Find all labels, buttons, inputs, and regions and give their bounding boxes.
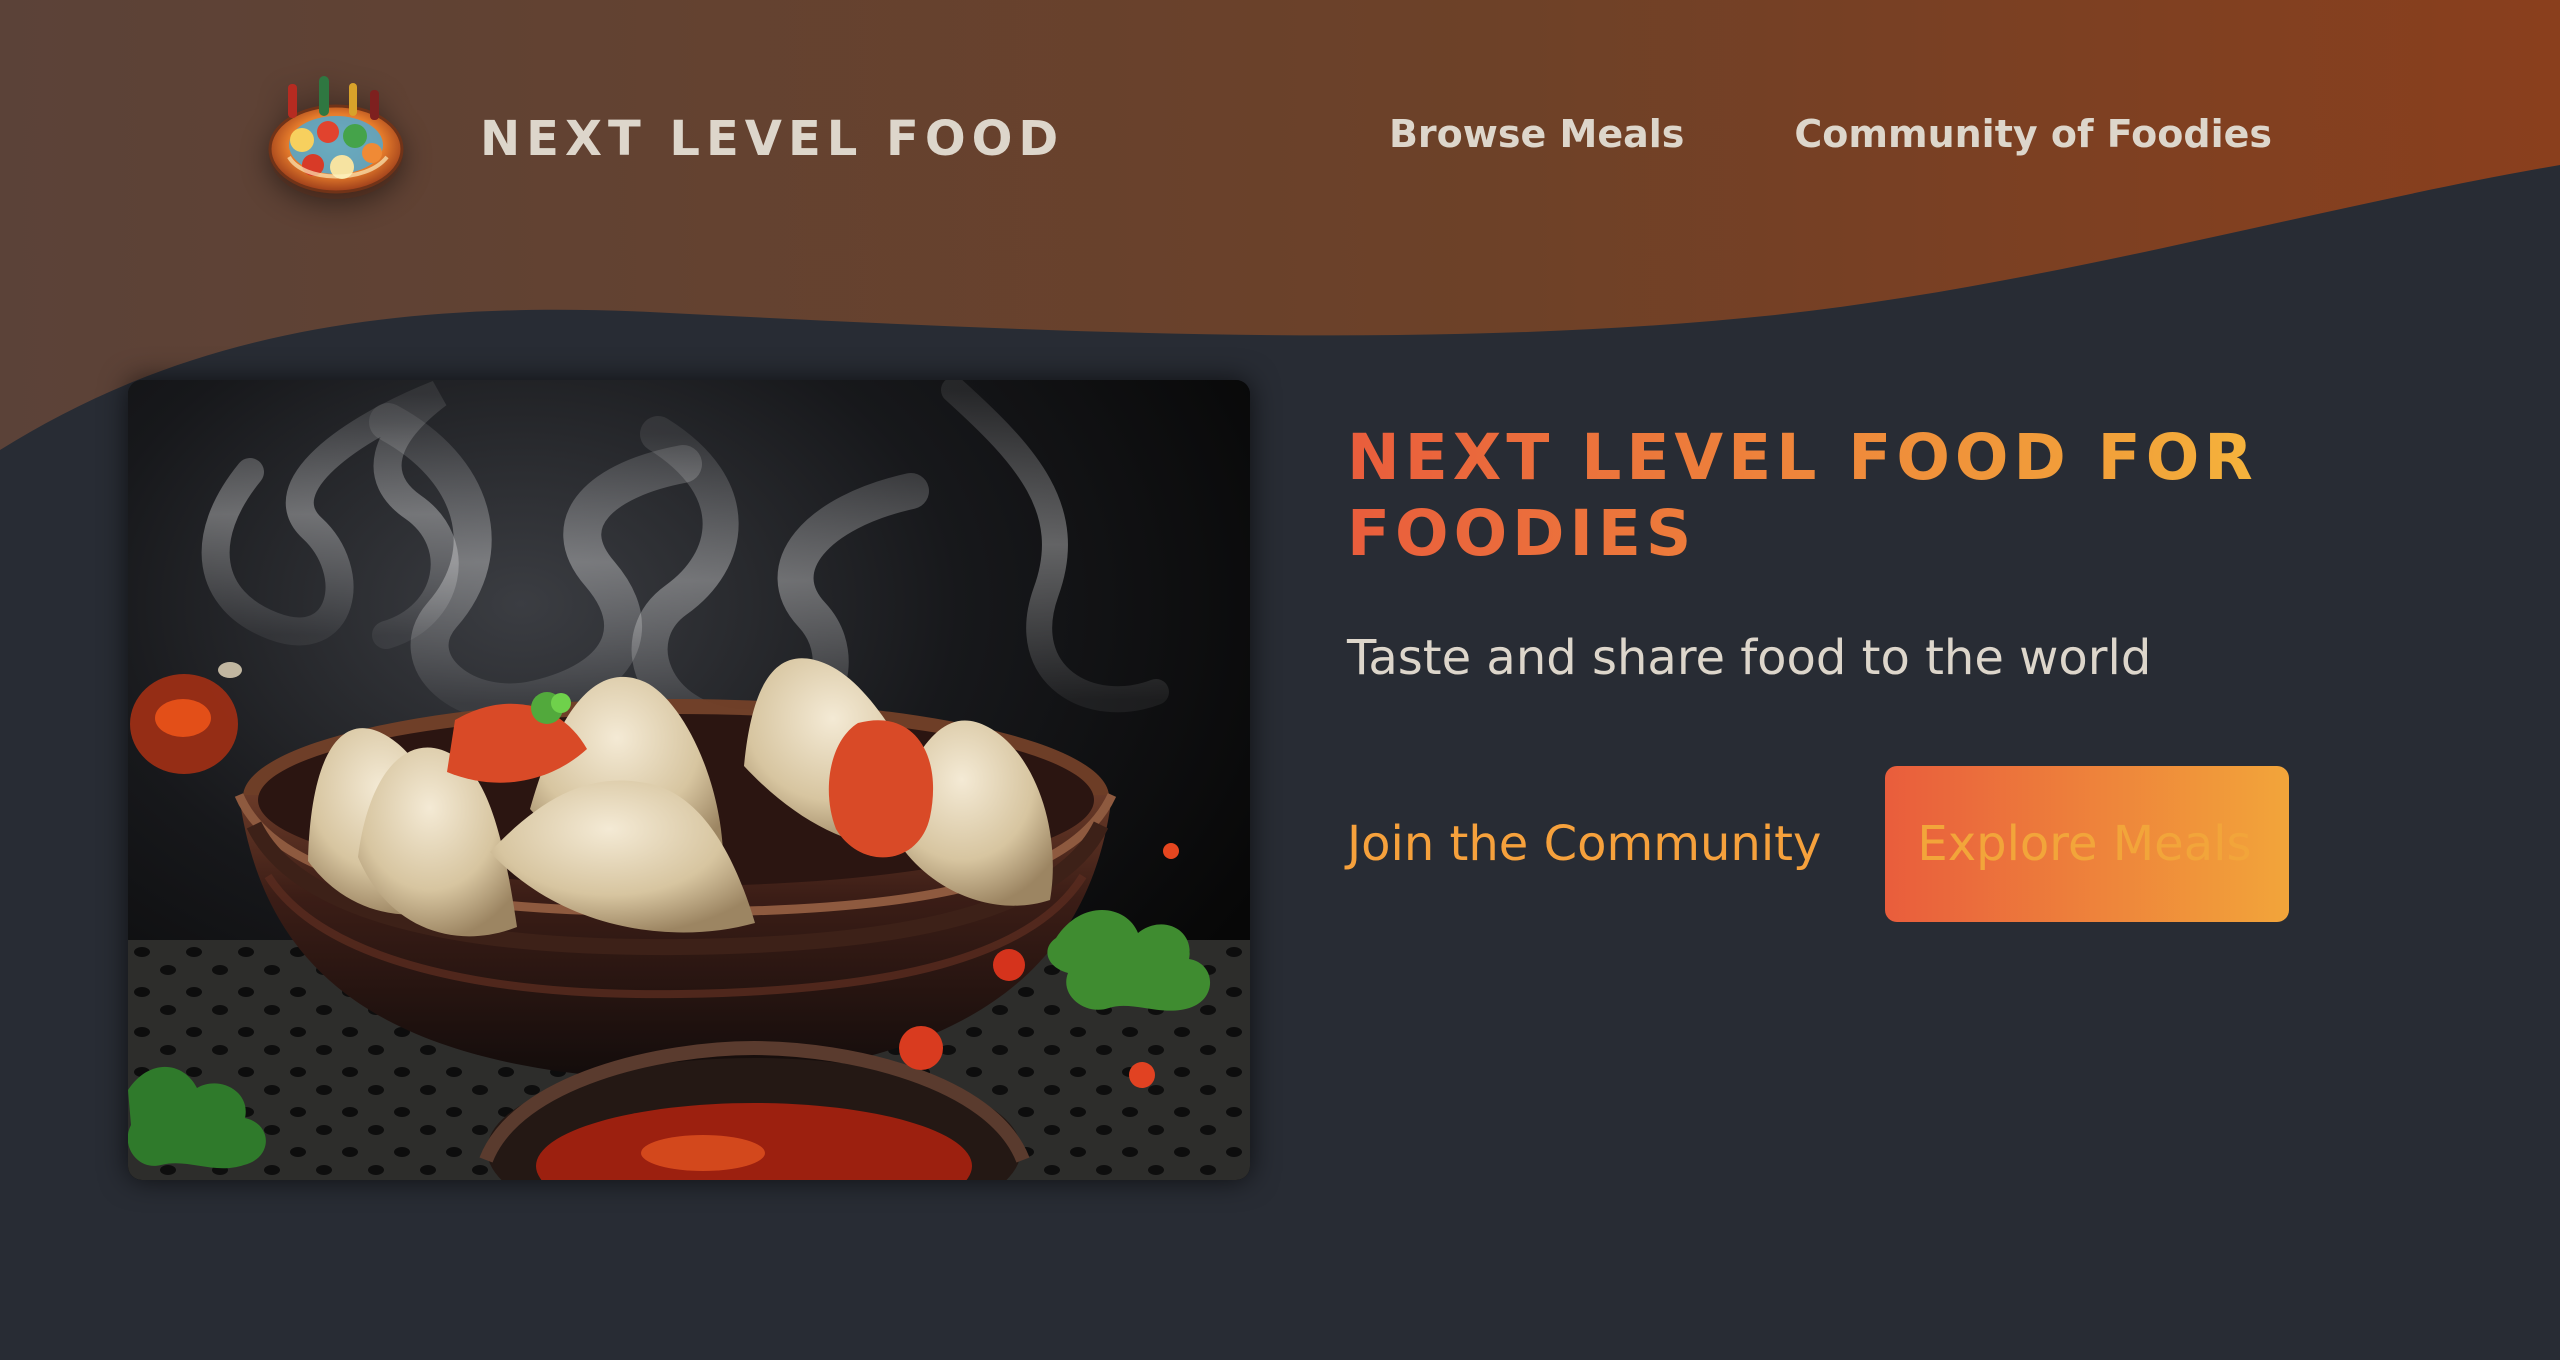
hero-title: NEXT LEVEL FOOD FOR FOODIES — [1347, 420, 2327, 572]
join-community-link[interactable]: Join the Community — [1347, 814, 1821, 874]
explore-meals-button-label: Explore Meals — [1917, 816, 2252, 872]
nav-browse-meals-link[interactable]: Browse Meals — [1389, 112, 1684, 156]
brand-name: NEXT LEVEL FOOD — [480, 111, 1065, 167]
hero-actions: Join the Community Explore Meals — [1347, 766, 2290, 922]
page: NEXT LEVEL FOOD Browse Meals Community o… — [0, 0, 2560, 1360]
home-logo-link[interactable]: NEXT LEVEL FOOD — [258, 66, 1064, 212]
explore-meals-button[interactable]: Explore Meals — [1885, 766, 2290, 922]
hero-text-content: NEXT LEVEL FOOD FOR FOODIES Taste and sh… — [1347, 420, 2327, 688]
nav-community-link[interactable]: Community of Foodies — [1794, 112, 2272, 156]
main-navigation: Browse Meals Community of Foodies — [1389, 112, 2272, 156]
site-header: NEXT LEVEL FOOD Browse Meals Community o… — [0, 0, 2560, 290]
steamed-dumplings-image — [128, 380, 1250, 1180]
food-platter-icon — [258, 66, 414, 212]
hero-food-image — [128, 380, 1250, 1180]
hero-subtitle: Taste and share food to the world — [1347, 630, 2152, 686]
